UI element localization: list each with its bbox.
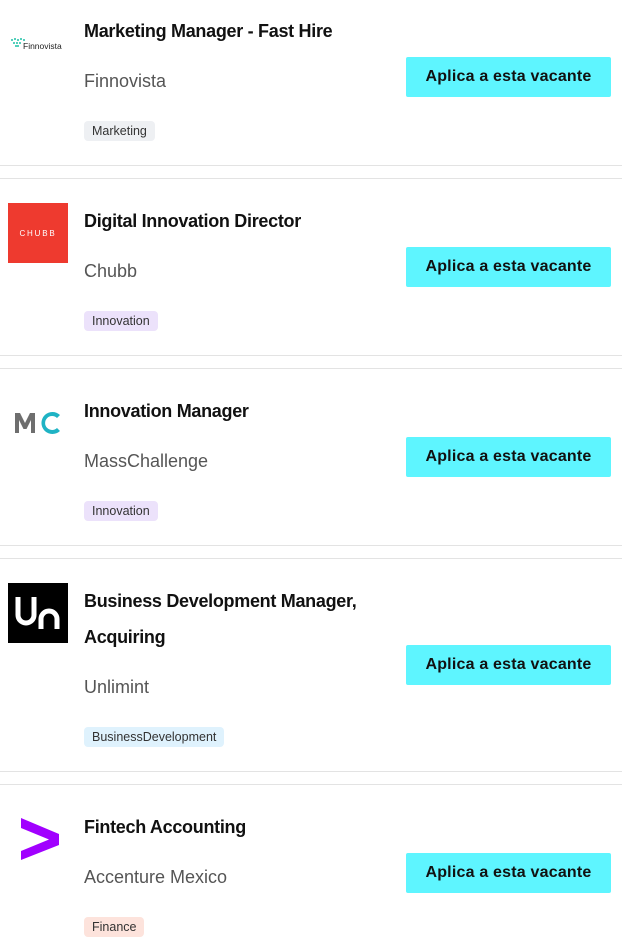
- apply-button[interactable]: Aplica a esta vacante: [406, 853, 611, 893]
- job-card: Fintech Accounting Accenture Mexico Fina…: [0, 784, 622, 944]
- category-tag: BusinessDevelopment: [84, 727, 225, 747]
- category-tag: Finance: [84, 917, 145, 937]
- company-name: Chubb: [84, 261, 138, 281]
- job-title[interactable]: Digital Innovation Director: [84, 203, 374, 239]
- masschallenge-logo-mark: [15, 412, 60, 434]
- chubb-logo: CHUBB: [8, 203, 68, 263]
- company-name: Finnovista: [84, 71, 167, 91]
- finnovista-logo: Finnovista: [8, 13, 68, 73]
- job-title[interactable]: Fintech Accounting: [84, 809, 374, 845]
- company-name: MassChallenge: [84, 451, 209, 471]
- apply-button[interactable]: Aplica a esta vacante: [406, 437, 611, 477]
- job-card: Innovation Manager MassChallenge Innovat…: [0, 368, 622, 546]
- masschallenge-logo: [8, 393, 68, 453]
- card-divider: [0, 784, 622, 785]
- accenture-logo-mark: [21, 818, 59, 860]
- finnovista-logo-text: Finnovista: [23, 41, 62, 51]
- job-card: CHUBB Digital Innovation Director Chubb …: [0, 178, 622, 356]
- accenture-logo: [8, 809, 68, 869]
- job-title[interactable]: Business Development Manager, Acquiring: [84, 583, 369, 655]
- unlimint-logo-mark: [15, 597, 60, 629]
- apply-button[interactable]: Aplica a esta vacante: [406, 247, 611, 287]
- job-card: Finnovista Marketing Manager - Fast Hire…: [0, 0, 622, 166]
- category-tag: Innovation: [84, 501, 158, 521]
- card-divider: [0, 558, 622, 559]
- company-name: Unlimint: [84, 677, 150, 697]
- job-title[interactable]: Innovation Manager: [84, 393, 374, 429]
- category-tag: Marketing: [84, 121, 155, 141]
- job-list: Finnovista Marketing Manager - Fast Hire…: [0, 0, 622, 944]
- apply-button[interactable]: Aplica a esta vacante: [406, 57, 611, 97]
- apply-button[interactable]: Aplica a esta vacante: [406, 645, 611, 685]
- card-divider: [0, 368, 622, 369]
- finnovista-logo-mark: Finnovista: [11, 38, 62, 51]
- category-tag: Innovation: [84, 311, 158, 331]
- job-card: Business Development Manager, Acquiring …: [0, 558, 622, 772]
- card-divider: [0, 178, 622, 179]
- job-title[interactable]: Marketing Manager - Fast Hire: [84, 13, 374, 49]
- unlimint-logo: [8, 583, 68, 643]
- company-name: Accenture Mexico: [84, 867, 228, 887]
